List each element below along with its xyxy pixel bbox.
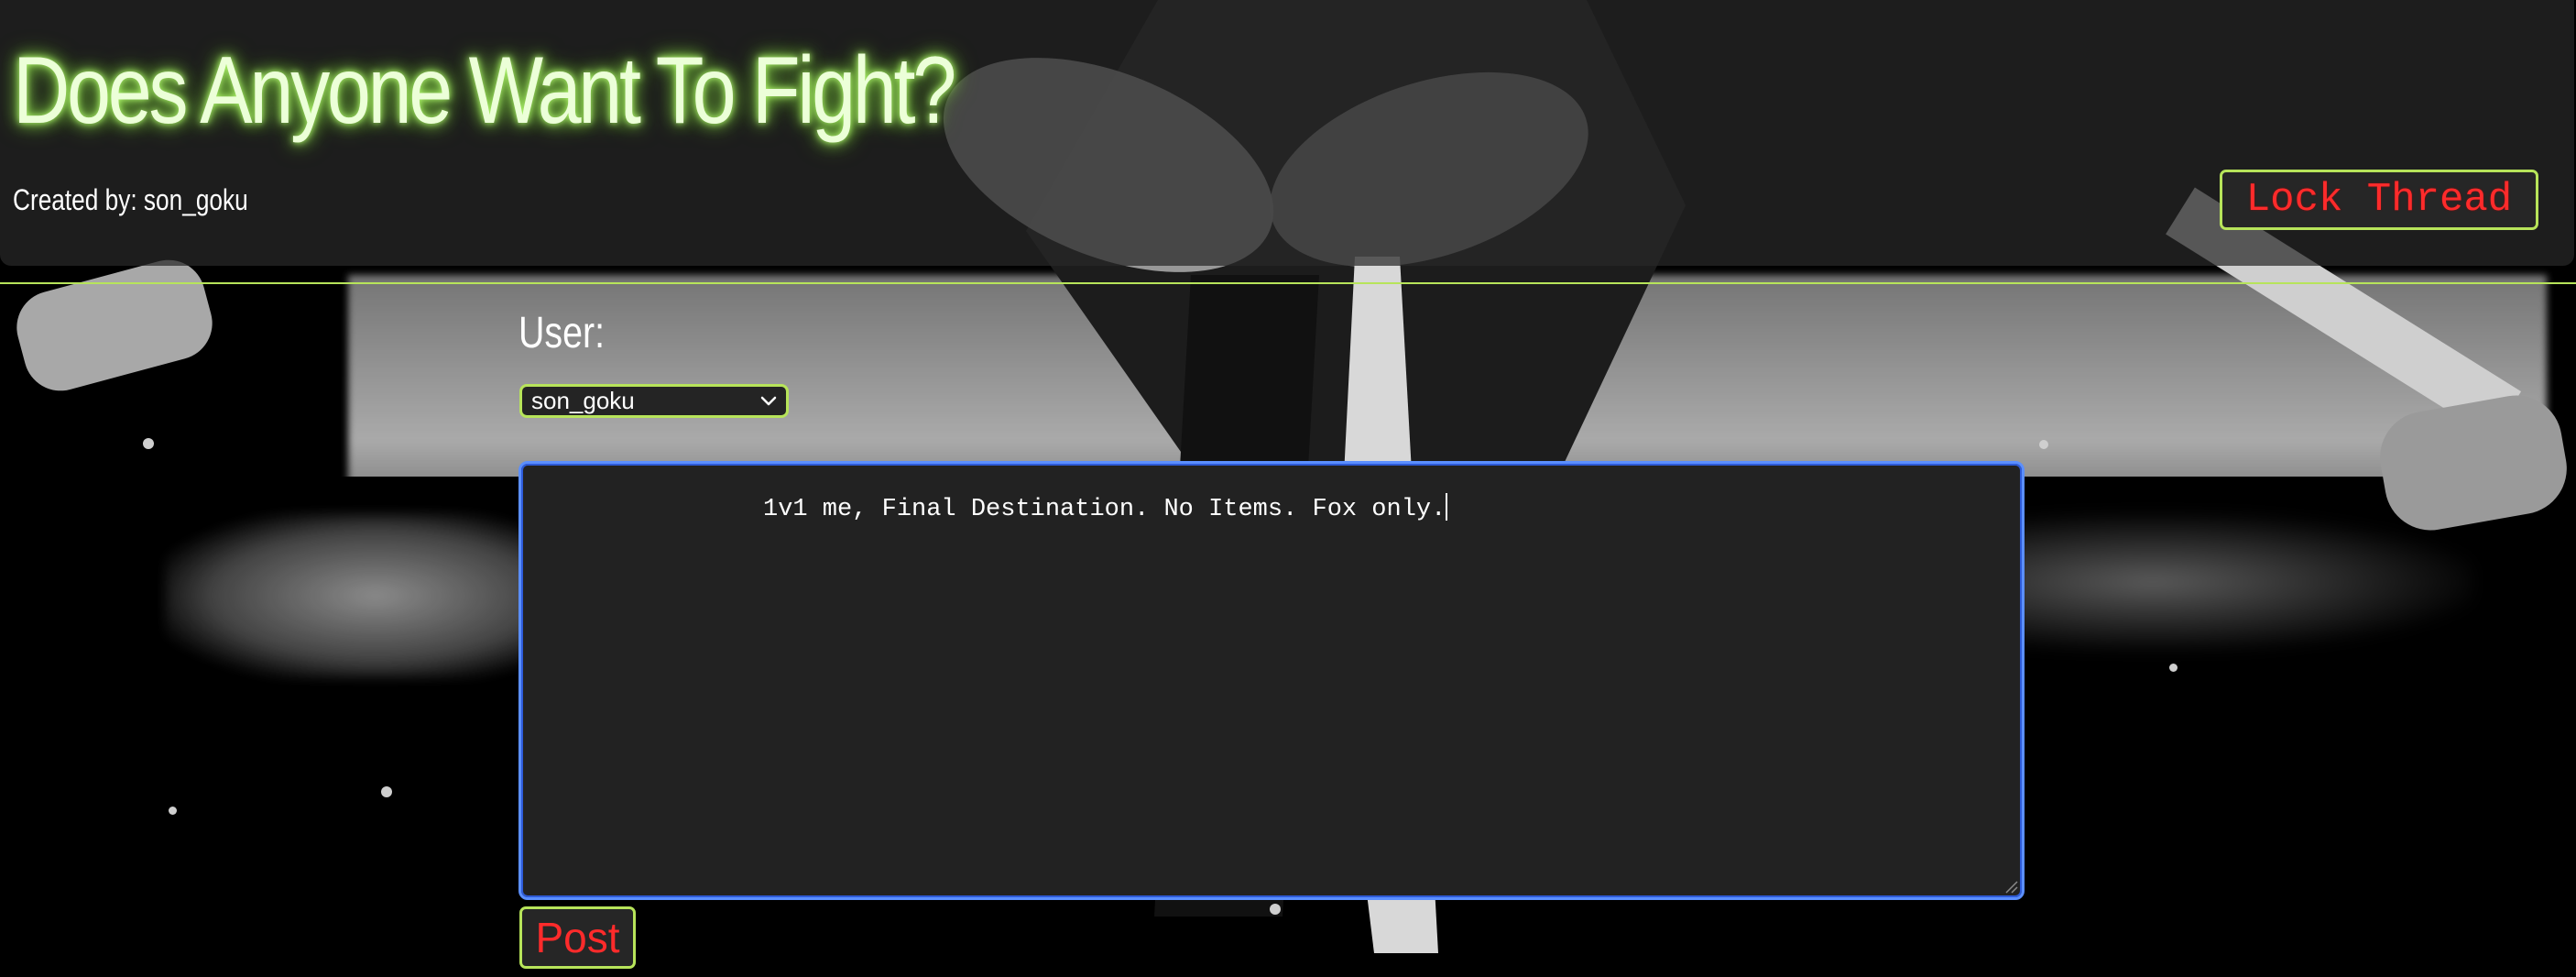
user-label: User:: [518, 309, 606, 357]
text-caret: [1446, 493, 1448, 521]
background-sparkle: [2169, 664, 2178, 672]
background-fist: [8, 251, 221, 400]
background-sparkle: [1270, 904, 1281, 915]
background-sparkle: [169, 807, 177, 815]
thread-title: Does Anyone Want To Fight?: [13, 38, 956, 144]
resize-grip-icon[interactable]: [2003, 879, 2018, 894]
message-text: 1v1 me, Final Destination. No Items. Fox…: [763, 496, 1446, 523]
user-select-value: son_goku: [531, 387, 635, 414]
background-sparkle: [143, 438, 154, 449]
header-divider: [0, 282, 2576, 284]
thread-header: Does Anyone Want To Fight? Created by: s…: [0, 0, 2574, 266]
chevron-down-icon: [760, 396, 777, 406]
post-button[interactable]: Post: [519, 906, 636, 969]
lock-thread-button[interactable]: Lock Thread: [2220, 170, 2538, 230]
background-sparkle: [381, 786, 392, 797]
background-sparkle: [2039, 440, 2048, 449]
message-textarea[interactable]: 1v1 me, Final Destination. No Items. Fox…: [518, 461, 2025, 900]
thread-creator: Created by: son_goku: [13, 183, 248, 216]
thread-page: Does Anyone Want To Fight? Created by: s…: [0, 0, 2576, 977]
user-select[interactable]: son_goku: [519, 384, 789, 418]
